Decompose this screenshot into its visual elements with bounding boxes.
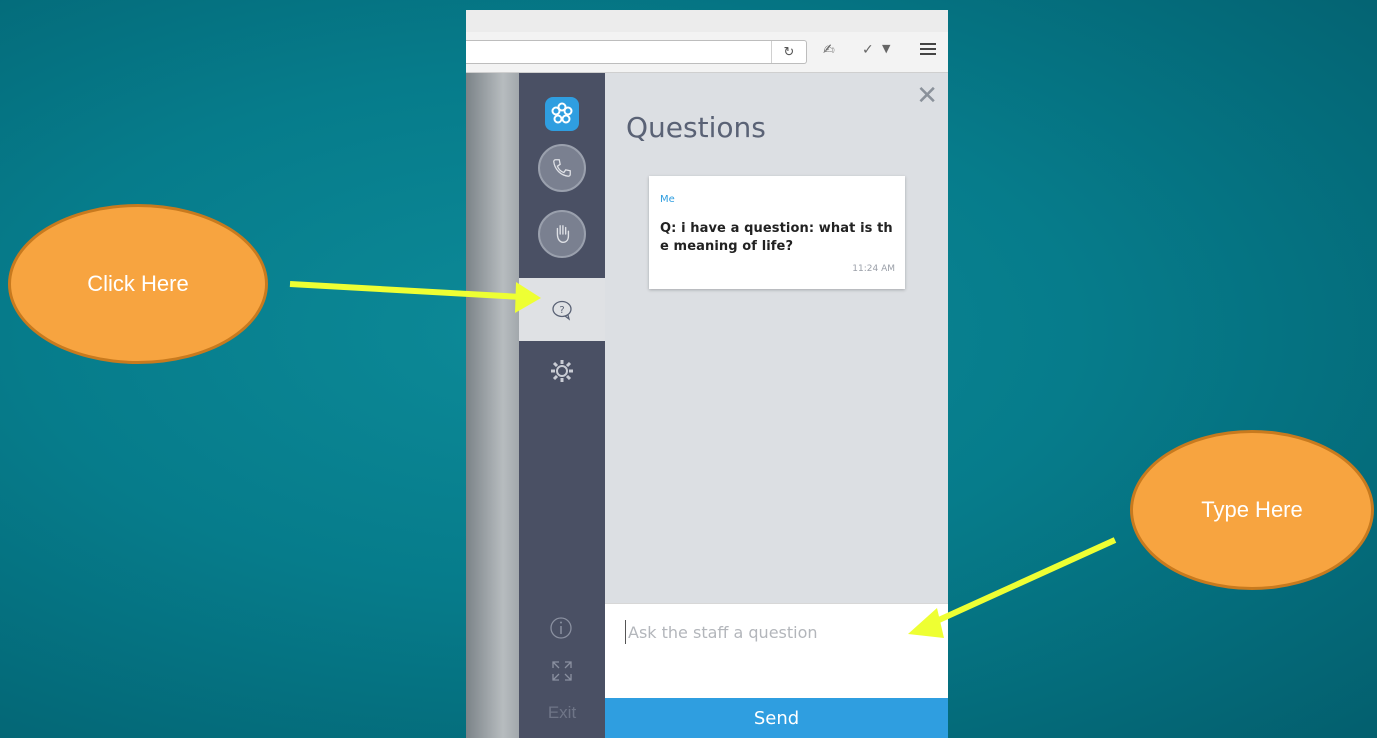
message-timestamp: 11:24 AM — [852, 264, 895, 274]
question-card: Me Q: i have a question: what is th e me… — [649, 176, 905, 289]
exit-button[interactable]: Exit — [519, 703, 605, 723]
svg-text:?: ? — [559, 305, 564, 316]
question-bubble-icon: ? — [552, 300, 572, 321]
question-input[interactable] — [625, 620, 930, 644]
message-author: Me — [660, 194, 675, 205]
close-icon[interactable]: ✕ — [916, 83, 938, 109]
browser-toolbar: ↻ ✍ ✓ ▼ — [466, 32, 948, 73]
phone-icon[interactable] — [538, 144, 586, 192]
browser-titlebar — [466, 10, 948, 32]
pen-extension-icon[interactable]: ✍ — [823, 42, 835, 58]
gear-icon[interactable] — [549, 358, 575, 384]
url-bar[interactable]: ↻ — [466, 40, 807, 64]
bookmark-extension-icon[interactable]: ✓ — [862, 42, 874, 58]
info-icon[interactable] — [549, 616, 573, 640]
hand-icon[interactable] — [538, 210, 586, 258]
page-title: Questions — [626, 111, 766, 144]
reload-icon[interactable]: ↻ — [771, 41, 806, 63]
browser-window: ↻ ✍ ✓ ▼ ? Exit ✕ Questions Me Q: i have … — [466, 10, 948, 738]
type-here-callout: Type Here — [1130, 430, 1374, 590]
click-here-callout: Click Here — [8, 204, 268, 364]
page-background — [466, 73, 519, 738]
sidebar: ? Exit — [519, 73, 605, 738]
chevron-down-icon[interactable]: ▼ — [882, 42, 890, 55]
expand-icon[interactable] — [551, 660, 573, 682]
flower-logo-icon — [545, 97, 579, 131]
question-input-area — [605, 603, 948, 699]
message-text: Q: i have a question: what is th e meani… — [660, 221, 893, 254]
hamburger-menu-icon[interactable] — [920, 43, 936, 58]
send-button[interactable]: Send — [605, 698, 948, 738]
sidebar-item-questions[interactable]: ? — [519, 278, 605, 341]
questions-panel: ✕ Questions Me Q: i have a question: wha… — [605, 73, 948, 738]
